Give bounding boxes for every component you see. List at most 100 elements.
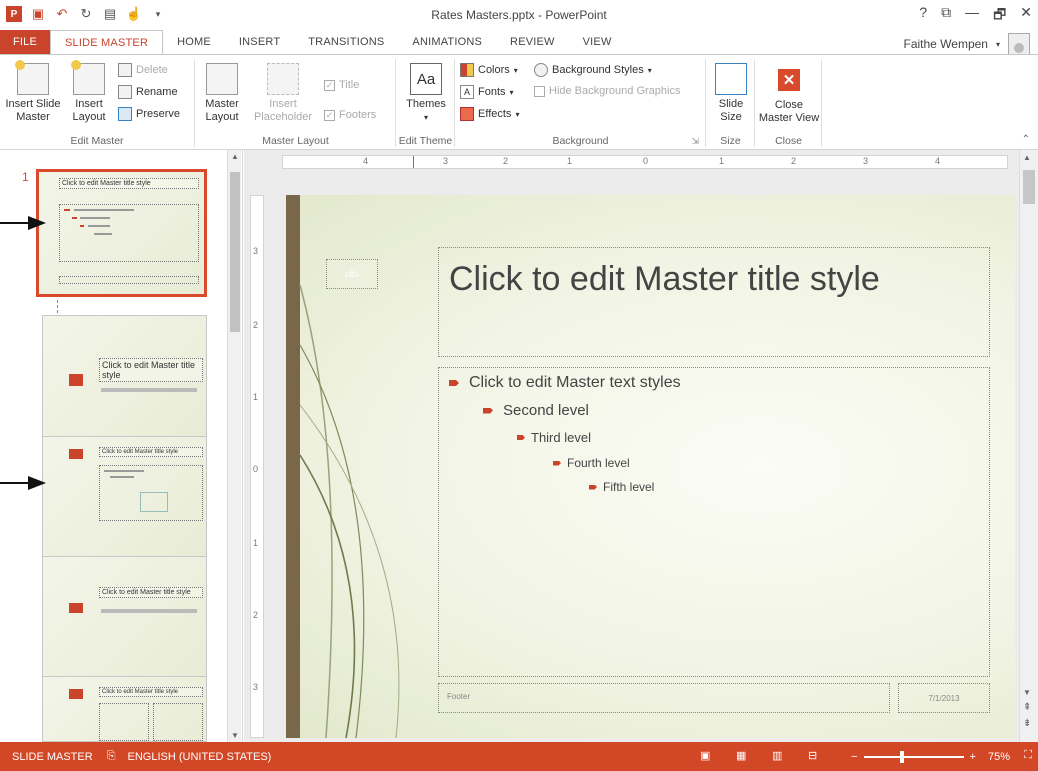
- body-placeholder[interactable]: Click to edit Master text styles Second …: [438, 367, 990, 677]
- zoom-out-icon[interactable]: −: [851, 751, 857, 763]
- tab-review[interactable]: REVIEW: [496, 30, 569, 54]
- bullet-arrow-icon: [517, 435, 525, 440]
- title-checkbox[interactable]: ✓ Title: [324, 79, 359, 91]
- delete-button[interactable]: Delete: [118, 63, 168, 77]
- close-icon[interactable]: ✕: [1020, 4, 1032, 28]
- date-placeholder[interactable]: 7/1/2013: [898, 683, 990, 713]
- insert-layout-button[interactable]: Insert Layout: [66, 60, 112, 124]
- footers-checkbox[interactable]: ✓ Footers: [324, 109, 376, 121]
- scroll-down-icon[interactable]: ▼: [231, 731, 239, 740]
- checkmark-icon: ✓: [324, 79, 335, 91]
- ribbon-display-options-icon[interactable]: ⧉: [941, 4, 951, 28]
- tab-animations[interactable]: ANIMATIONS: [398, 30, 496, 54]
- next-slide-icon[interactable]: ⇟: [1023, 718, 1031, 729]
- bullet-level-1: Click to edit Master text styles: [449, 374, 681, 392]
- slide-show-icon[interactable]: ⊟: [808, 749, 817, 762]
- thumbnail-layout-content[interactable]: Click to edit Master title style: [42, 436, 207, 558]
- close-master-view-button[interactable]: ✕ Close Master View: [758, 63, 820, 125]
- help-icon[interactable]: ?: [919, 4, 927, 28]
- zoom-slider-thumb[interactable]: [899, 751, 904, 763]
- insert-slide-master-button[interactable]: Insert Slide Master: [4, 60, 62, 124]
- thumbnail-layout-title[interactable]: Click to edit Master title style: [42, 315, 207, 437]
- thumbnail-layout-two-content[interactable]: Click to edit Master title style: [42, 676, 207, 742]
- restore-icon[interactable]: 🗗: [993, 4, 1006, 28]
- scroll-down-icon[interactable]: ▼: [1023, 688, 1031, 697]
- tab-view[interactable]: VIEW: [569, 30, 626, 54]
- slide-thumbnail-pane: Click to edit Master title style Click t…: [0, 150, 243, 742]
- thumb-title: Click to edit Master title style: [99, 358, 203, 382]
- bullet-arrow-icon: [449, 380, 459, 386]
- group-label-edit-theme: Edit Theme: [398, 135, 453, 147]
- tab-insert[interactable]: INSERT: [225, 30, 294, 54]
- scroll-up-icon[interactable]: ▲: [231, 152, 239, 161]
- colors-icon: [460, 63, 474, 77]
- fonts-icon: A: [460, 85, 474, 99]
- thumb-title: Click to edit Master title style: [99, 587, 203, 598]
- footer-placeholder[interactable]: Footer: [438, 683, 890, 713]
- zoom-slider[interactable]: [863, 751, 964, 763]
- reading-view-icon[interactable]: ▥: [772, 749, 782, 762]
- previous-slide-icon[interactable]: ⇞: [1023, 702, 1031, 713]
- scroll-up-icon[interactable]: ▲: [1023, 153, 1031, 162]
- preserve-icon: [118, 107, 132, 121]
- bullet-arrow-icon: [483, 407, 493, 414]
- title-bar: P ▣ ↶ ↻ ▤ ☝ ▾ Rates Masters.pptx - Power…: [0, 0, 1038, 30]
- normal-view-icon[interactable]: ▣: [700, 749, 710, 762]
- user-account[interactable]: Faithe Wempen ▾: [903, 33, 1030, 55]
- scrollbar-thumb[interactable]: [230, 172, 240, 332]
- tab-slide-master[interactable]: SLIDE MASTER: [50, 30, 164, 55]
- themes-button[interactable]: Aa Themes ▾: [403, 63, 449, 124]
- preserve-button[interactable]: Preserve: [118, 107, 180, 121]
- thumbnail-slide-master[interactable]: Click to edit Master title style: [36, 169, 207, 297]
- ruler-cursor-marker: [413, 156, 414, 168]
- title-placeholder[interactable]: Click to edit Master title style: [438, 247, 990, 357]
- thumbnail-scrollbar[interactable]: ▲ ▼: [227, 150, 241, 742]
- bullet-level-5: Fifth level: [589, 480, 654, 494]
- document-title: Rates Masters.pptx - PowerPoint: [431, 8, 607, 22]
- colors-button[interactable]: Colors ▾: [460, 63, 518, 77]
- bullet-level-3: Third level: [517, 430, 591, 445]
- collapse-ribbon-icon[interactable]: ⌃: [1022, 134, 1030, 145]
- chevron-down-icon: ▾: [423, 113, 428, 122]
- slide-scrollbar[interactable]: ▲ ▼ ⇞ ⇟: [1019, 150, 1038, 742]
- avatar: [1008, 33, 1030, 55]
- dialog-launcher-icon[interactable]: ⇲: [691, 136, 699, 147]
- fit-slide-icon[interactable]: ⛶: [1024, 749, 1032, 762]
- tab-file[interactable]: FILE: [0, 30, 50, 54]
- master-layout-button[interactable]: Master Layout: [202, 63, 242, 124]
- hide-background-graphics-checkbox[interactable]: Hide Background Graphics: [534, 85, 680, 97]
- user-name: Faithe Wempen: [903, 37, 988, 51]
- background-styles-button[interactable]: Background Styles ▾: [534, 63, 652, 77]
- group-label-size: Size: [720, 135, 741, 147]
- horizontal-ruler: 4 3 2 1 0 1 2 3 4: [282, 155, 1008, 169]
- rename-button[interactable]: Rename: [118, 85, 178, 99]
- zoom-in-icon[interactable]: +: [970, 751, 976, 763]
- scrollbar-thumb[interactable]: [1023, 170, 1035, 204]
- window-controls: ? ⧉ — 🗗 ✕: [919, 4, 1032, 28]
- ribbon-tabs: FILE SLIDE MASTER HOME INSERT TRANSITION…: [0, 30, 1038, 55]
- slide-master-canvas[interactable]: ‹#› Click to edit Master title style Cli…: [286, 195, 1015, 738]
- slide-sorter-icon[interactable]: ▦: [736, 749, 746, 762]
- zoom-level[interactable]: 75%: [988, 751, 1010, 763]
- delete-icon: [118, 63, 132, 77]
- minimize-icon[interactable]: —: [965, 4, 979, 28]
- group-label-background: Background: [552, 135, 609, 147]
- thumb-title: Click to edit Master title style: [99, 447, 203, 457]
- language-label[interactable]: ENGLISH (UNITED STATES): [128, 751, 272, 763]
- bullet-level-2: Second level: [483, 402, 589, 419]
- callout-arrow-master: [0, 222, 30, 224]
- group-label-close: Close: [775, 135, 802, 147]
- tab-home[interactable]: HOME: [163, 30, 225, 54]
- effects-icon: [460, 107, 474, 121]
- slide-number-placeholder[interactable]: ‹#›: [326, 259, 378, 289]
- group-label-edit-master: Edit Master: [70, 135, 124, 147]
- fonts-button[interactable]: A Fonts ▾: [460, 85, 514, 99]
- thumbnail-layout-section[interactable]: Click to edit Master title style: [42, 556, 207, 678]
- insert-placeholder-button[interactable]: Insert Placeholder: [248, 63, 318, 124]
- tab-transitions[interactable]: TRANSITIONS: [294, 30, 398, 54]
- slide-size-button[interactable]: Slide Size: [711, 63, 751, 124]
- master-layout-icon: [206, 63, 238, 95]
- effects-button[interactable]: Effects ▾: [460, 107, 519, 121]
- group-close: ✕ Close Master View Close: [756, 59, 822, 147]
- spell-check-icon[interactable]: ⎘: [107, 750, 116, 763]
